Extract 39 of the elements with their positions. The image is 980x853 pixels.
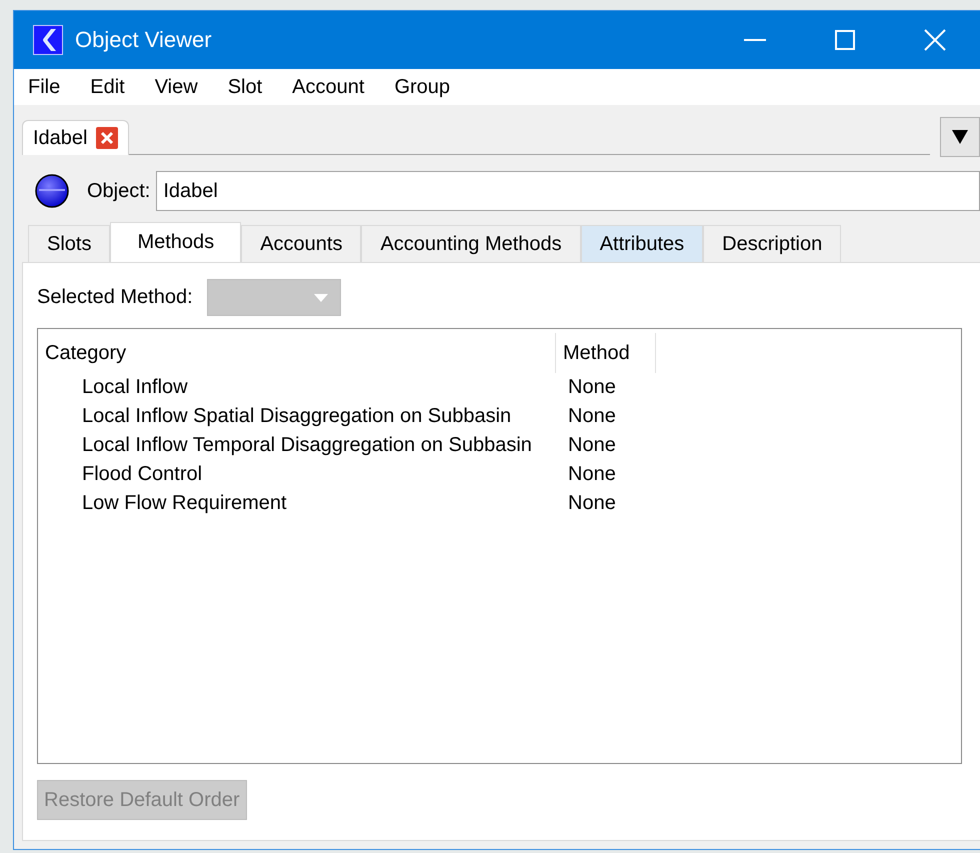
sphere-icon [35, 174, 69, 208]
table-cell-text: Low Flow Requirement [81, 492, 288, 515]
app-logo-icon [33, 25, 63, 55]
table-cell-text: None [567, 463, 617, 486]
document-tab-label: Idabel [33, 126, 88, 150]
menu-item[interactable]: Group [394, 76, 464, 98]
table-cell-text: Flood Control [81, 463, 204, 486]
window-title: Object Viewer [75, 27, 213, 53]
close-icon[interactable] [96, 127, 118, 149]
tab[interactable]: Description [703, 225, 842, 262]
tab[interactable]: Methods [110, 222, 242, 262]
maximize-icon [835, 30, 855, 50]
column-header[interactable]: Category [38, 333, 556, 373]
tab[interactable]: Accounting Methods [361, 225, 581, 262]
triangle-down-icon [952, 130, 968, 144]
selected-method-label: Selected Method: [37, 286, 193, 309]
minimize-icon [744, 39, 766, 41]
table-cell-text: Local Inflow Temporal Disaggregation on Subbasin [81, 434, 533, 457]
table-cell-text: Local Inflow Spatial Disaggregation on Subbasin [81, 405, 512, 428]
tab-list-button[interactable] [940, 117, 980, 157]
menu-item[interactable]: Slot [228, 76, 276, 98]
tab[interactable]: Accounts [241, 225, 362, 262]
table-cell-text: None [567, 434, 617, 457]
close-icon [924, 29, 946, 51]
document-tab[interactable]: Idabel [22, 120, 128, 155]
tab[interactable]: Attributes [580, 225, 704, 262]
tab[interactable]: Slots [28, 225, 110, 262]
column-header[interactable]: Method [556, 333, 656, 373]
table-cell-text: Local Inflow [81, 376, 189, 399]
menu-item[interactable]: Edit [90, 76, 139, 98]
menu-item[interactable]: Account [292, 76, 378, 98]
menu-item[interactable]: View [154, 76, 212, 98]
object-label: Object: [87, 180, 150, 202]
object-field[interactable]: Idabel [156, 171, 980, 211]
menu-item[interactable]: File [28, 76, 74, 98]
table-cell-text: None [567, 405, 617, 428]
caret-icon [314, 294, 328, 302]
table-cell-text: None [567, 492, 617, 515]
table-cell-text: None [567, 376, 617, 399]
